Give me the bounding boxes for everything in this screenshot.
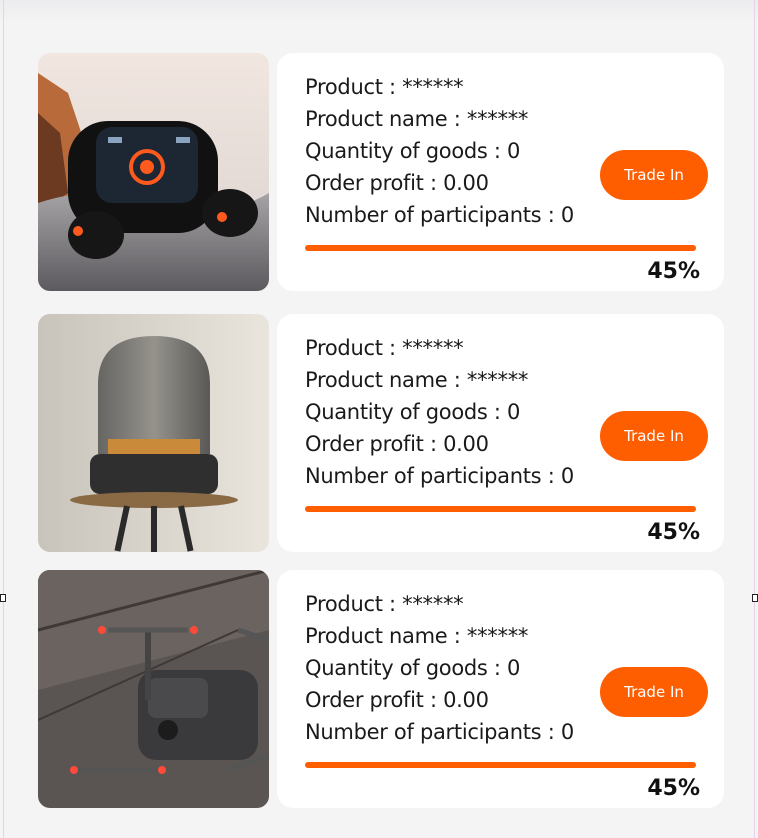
quantity-of-goods: Quantity of goods : 0 bbox=[305, 400, 521, 424]
progress-fill bbox=[305, 762, 696, 768]
product-details: Product : ****** Product name : ****** Q… bbox=[305, 588, 574, 748]
trade-in-button[interactable]: Trade In bbox=[600, 411, 708, 461]
number-of-participants: Number of participants : 0 bbox=[305, 464, 574, 488]
order-profit: Order profit : 0.00 bbox=[305, 171, 489, 195]
number-of-participants: Number of participants : 0 bbox=[305, 720, 574, 744]
product-info-panel: Product : ****** Product name : ****** Q… bbox=[277, 314, 724, 552]
trade-in-button[interactable]: Trade In bbox=[600, 667, 708, 717]
product-image-speaker[interactable] bbox=[38, 314, 269, 552]
progress-bar bbox=[305, 762, 696, 768]
right-resize-handle[interactable] bbox=[752, 594, 758, 602]
progress-fill bbox=[305, 245, 696, 251]
progress-fill bbox=[305, 506, 696, 512]
product-details: Product : ****** Product name : ****** Q… bbox=[305, 332, 574, 492]
product-name: Product name : ****** bbox=[305, 368, 529, 392]
drone-image bbox=[38, 570, 269, 808]
product-code: Product : ****** bbox=[305, 592, 464, 616]
product-card: Product : ****** Product name : ****** Q… bbox=[38, 53, 724, 291]
product-card: Product : ****** Product name : ****** Q… bbox=[38, 314, 724, 552]
page: Product : ****** Product name : ****** Q… bbox=[0, 0, 758, 838]
top-bar bbox=[0, 0, 758, 22]
progress-bar bbox=[305, 245, 696, 251]
product-image-earbuds[interactable] bbox=[38, 53, 269, 291]
product-image-drone[interactable] bbox=[38, 570, 269, 808]
speaker-image bbox=[38, 314, 269, 552]
left-frame-edge bbox=[3, 0, 4, 838]
trade-in-button[interactable]: Trade In bbox=[600, 150, 708, 200]
quantity-of-goods: Quantity of goods : 0 bbox=[305, 139, 521, 163]
product-info-panel: Product : ****** Product name : ****** Q… bbox=[277, 53, 724, 291]
product-card: Product : ****** Product name : ****** Q… bbox=[38, 570, 724, 808]
product-name: Product name : ****** bbox=[305, 107, 529, 131]
quantity-of-goods: Quantity of goods : 0 bbox=[305, 656, 521, 680]
progress-percent: 45% bbox=[647, 776, 700, 801]
progress-bar bbox=[305, 506, 696, 512]
product-info-panel: Product : ****** Product name : ****** Q… bbox=[277, 570, 724, 808]
progress-percent: 45% bbox=[647, 259, 700, 284]
product-code: Product : ****** bbox=[305, 336, 464, 360]
product-details: Product : ****** Product name : ****** Q… bbox=[305, 71, 574, 231]
earbuds-image bbox=[38, 53, 269, 291]
left-resize-handle[interactable] bbox=[0, 594, 6, 602]
order-profit: Order profit : 0.00 bbox=[305, 432, 489, 456]
product-code: Product : ****** bbox=[305, 75, 464, 99]
product-name: Product name : ****** bbox=[305, 624, 529, 648]
progress-percent: 45% bbox=[647, 520, 700, 545]
number-of-participants: Number of participants : 0 bbox=[305, 203, 574, 227]
right-frame-edge bbox=[754, 0, 755, 838]
order-profit: Order profit : 0.00 bbox=[305, 688, 489, 712]
